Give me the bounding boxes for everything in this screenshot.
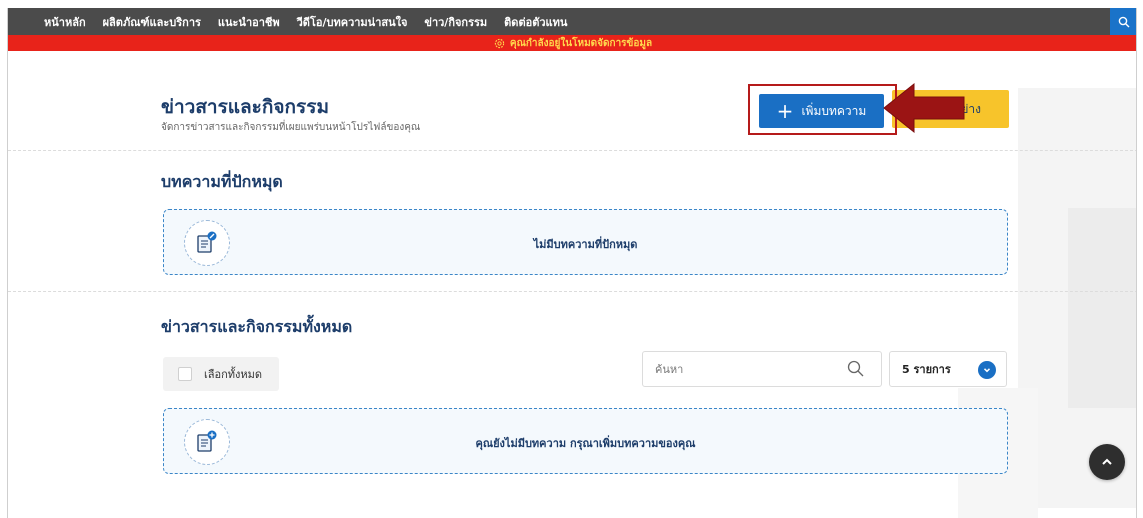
nav-contact[interactable]: ติดต่อตัวแทน bbox=[504, 13, 567, 31]
nav-careers[interactable]: แนะนำอาชีพ bbox=[218, 13, 280, 31]
nav-search-button[interactable] bbox=[1110, 8, 1136, 35]
search-icon bbox=[1118, 16, 1130, 27]
top-navigation: หน้าหลัก ผลิตภัณฑ์และบริการ แนะนำอาชีพ ว… bbox=[8, 8, 1136, 35]
nav-home[interactable]: หน้าหลัก bbox=[44, 13, 86, 31]
all-news-title: ข่าวสารและกิจกรรมทั้งหมด bbox=[161, 317, 353, 336]
page-subtitle: จัดการข่าวสารและกิจกรรมที่เผยแพร่บนหน้าโ… bbox=[161, 122, 421, 133]
pinned-section-title: บทความที่ปักหมุด bbox=[161, 172, 283, 191]
gear-icon bbox=[494, 38, 505, 48]
scroll-to-top-button[interactable] bbox=[1089, 444, 1125, 480]
news-empty-state: คุณยังไม่มีบทความ กรุณาเพิ่มบทความของคุณ bbox=[163, 408, 1008, 474]
nav-products[interactable]: ผลิตภัณฑ์และบริการ bbox=[103, 13, 201, 31]
section-divider bbox=[8, 291, 1136, 292]
nav-videos-articles[interactable]: วีดีโอ/บทความน่าสนใจ bbox=[297, 13, 408, 31]
chevron-down-icon bbox=[978, 361, 996, 379]
pinned-empty-text: ไม่มีบทความที่ปักหมุด bbox=[533, 238, 638, 251]
edit-mode-banner: คุณกำลังอยู่ในโหมดจัดการข้อมูล bbox=[8, 35, 1136, 51]
page-title: ข่าวสารและกิจกรรม bbox=[161, 96, 329, 118]
select-all-checkbox[interactable]: เลือกทั้งหมด bbox=[163, 357, 279, 391]
chevron-up-icon bbox=[1102, 458, 1112, 465]
search-icon[interactable] bbox=[847, 360, 864, 377]
nav-news[interactable]: ข่าว/กิจกรรม bbox=[424, 13, 487, 31]
pinned-empty-state: ไม่มีบทความที่ปักหมุด bbox=[163, 209, 1008, 275]
red-arrow bbox=[883, 82, 965, 134]
search-input[interactable] bbox=[642, 351, 882, 387]
items-per-page-value: 5 รายการ bbox=[902, 363, 951, 376]
items-per-page-select[interactable]: 5 รายการ bbox=[889, 351, 1007, 387]
background-decoration bbox=[1068, 208, 1136, 408]
select-all-label: เลือกทั้งหมด bbox=[204, 368, 263, 381]
section-divider bbox=[8, 150, 1136, 151]
app-frame: หน้าหลัก ผลิตภัณฑ์และบริการ แนะนำอาชีพ ว… bbox=[7, 8, 1137, 518]
highlight-box bbox=[748, 84, 897, 135]
edit-mode-text: คุณกำลังอยู่ในโหมดจัดการข้อมูล bbox=[509, 37, 653, 49]
checkbox[interactable] bbox=[178, 367, 192, 381]
news-empty-text: คุณยังไม่มีบทความ กรุณาเพิ่มบทความของคุณ bbox=[475, 437, 696, 450]
